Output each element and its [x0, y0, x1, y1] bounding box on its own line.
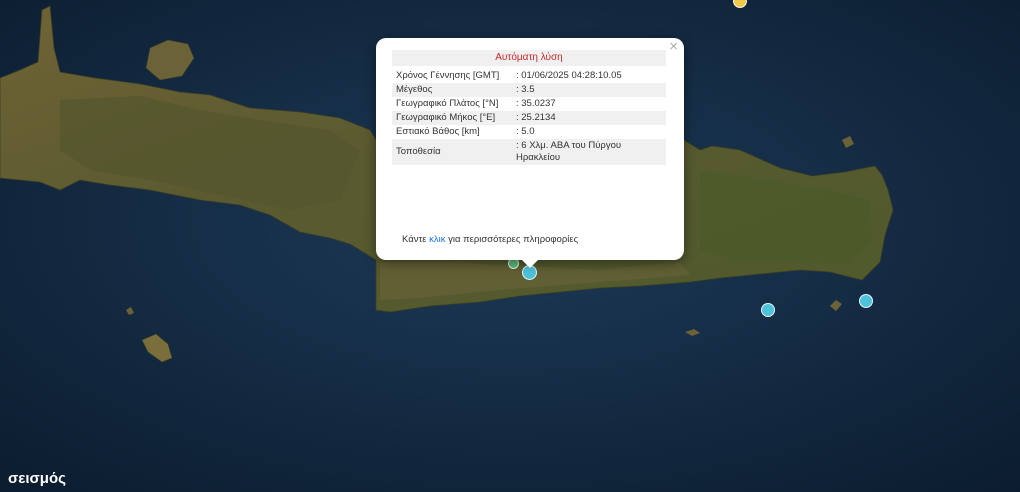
row-label-latitude: Γεωγραφικό Πλάτος [°N]: [396, 98, 499, 109]
earthquake-marker-south[interactable]: [761, 303, 775, 317]
row-label-location: Τοποθεσία: [392, 139, 512, 165]
earthquake-marker-southeast[interactable]: [859, 294, 873, 308]
row-value-longitude: : 25.2134: [512, 111, 666, 125]
row-label-magnitude: Μέγεθος: [392, 83, 512, 97]
row-label-depth: Εστιακό Βάθος [km]: [396, 126, 480, 137]
table-row: Χρόνος Γέννησης [GMT] : 01/06/2025 04:28…: [392, 69, 666, 83]
row-value-magnitude: : 3.5: [512, 83, 666, 97]
row-value-latitude: : 35.0237: [516, 98, 556, 109]
table-row: Μέγεθος : 3.5: [392, 83, 666, 97]
table-row: Τοποθεσία : 6 Χλμ. ΑΒΑ του Πύργου Ηρακλε…: [392, 139, 666, 165]
row-label-origin-time: Χρόνος Γέννησης [GMT]: [396, 70, 500, 81]
earthquake-info-popup: × Αυτόματη λύση Χρόνος Γέννησης [GMT] : …: [376, 38, 684, 260]
popup-pointer: [520, 258, 540, 268]
popup-title: Αυτόματη λύση: [392, 50, 666, 66]
more-info-suffix: για περισσότερες πληροφορίες: [445, 234, 579, 245]
row-value-location: : 6 Χλμ. ΑΒΑ του Πύργου Ηρακλείου: [512, 139, 666, 165]
row-value-depth: : 5.0: [516, 126, 535, 137]
row-label-longitude: Γεωγραφικό Μήκος [°E]: [392, 111, 512, 125]
more-info-text: Κάντε κλικ για περισσότερες πληροφορίες: [402, 234, 578, 245]
table-row: Γεωγραφικό Πλάτος [°N] : 35.0237: [392, 97, 666, 111]
earthquake-details-table: Χρόνος Γέννησης [GMT] : 01/06/2025 04:28…: [392, 69, 666, 165]
row-value-origin-time: : 01/06/2025 04:28:10.05: [516, 70, 622, 81]
close-icon[interactable]: ×: [669, 39, 678, 55]
table-row: Εστιακό Βάθος [km] : 5.0: [392, 125, 666, 139]
table-row: Γεωγραφικό Μήκος [°E] : 25.2134: [392, 111, 666, 125]
more-info-prefix: Κάντε: [402, 234, 430, 245]
caption-watermark: σεισμός: [8, 470, 66, 487]
more-info-link[interactable]: κλικ: [429, 234, 445, 245]
